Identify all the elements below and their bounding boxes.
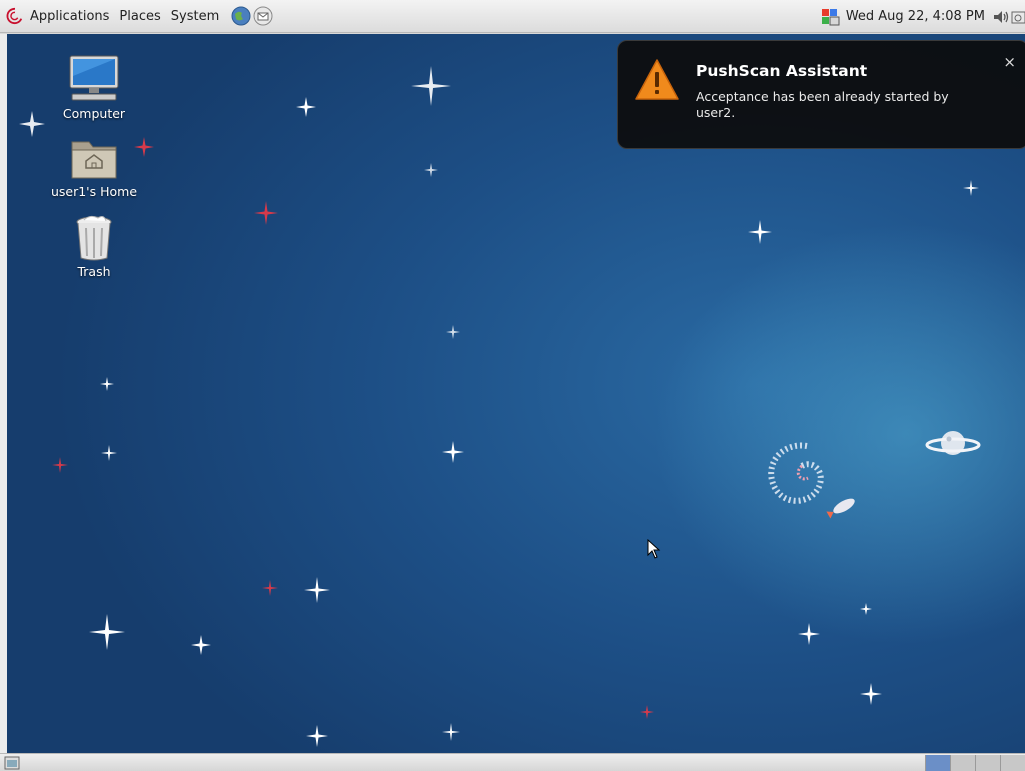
desktop-icon-trash[interactable]: Trash	[49, 214, 139, 279]
star-decoration	[424, 163, 438, 177]
warning-icon	[635, 59, 679, 100]
planet-graphic	[925, 431, 981, 455]
star-decoration	[446, 325, 460, 339]
computer-icon	[69, 55, 119, 101]
workspace-2[interactable]	[950, 755, 975, 771]
desktop-icon-label: Trash	[77, 264, 111, 279]
star-decoration	[101, 445, 117, 461]
workspace-4[interactable]	[1000, 755, 1025, 771]
desktop-icon-home[interactable]: user1's Home	[49, 134, 139, 199]
star-decoration	[89, 614, 125, 650]
star-decoration	[442, 441, 464, 463]
debian-logo-icon[interactable]	[6, 7, 24, 25]
network-status-icon[interactable]	[820, 7, 842, 27]
places-menu[interactable]: Places	[119, 9, 166, 24]
mouse-cursor-icon	[647, 539, 661, 559]
star-decoration	[296, 97, 316, 117]
notification-close-button[interactable]: ×	[1003, 53, 1016, 71]
clock[interactable]: Wed Aug 22, 4:08 PM	[846, 9, 985, 24]
star-decoration	[100, 377, 114, 391]
star-decoration	[640, 705, 654, 719]
bottom-panel	[0, 753, 1025, 771]
star-decoration	[860, 683, 882, 705]
debian-swirl-graphic	[768, 442, 855, 519]
star-decoration	[411, 66, 451, 106]
star-decoration	[52, 457, 68, 473]
volume-icon[interactable]	[991, 7, 1011, 27]
star-decoration	[262, 580, 278, 596]
notification-title: PushScan Assistant	[696, 62, 868, 80]
left-panel-edge	[0, 34, 7, 753]
star-decoration	[306, 725, 328, 747]
star-decoration	[254, 201, 278, 225]
desktop-icon-computer[interactable]: Computer	[49, 54, 139, 121]
desktop-icon-label: user1's Home	[50, 184, 138, 199]
workspace-1[interactable]	[925, 755, 950, 771]
trash-icon	[76, 215, 112, 261]
star-decoration	[798, 623, 820, 645]
show-desktop-icon[interactable]	[4, 756, 20, 770]
desktop-icon-label: Computer	[62, 106, 126, 121]
top-panel: Applications Places System Wed Aug 22, 4…	[0, 0, 1025, 33]
workspace-switcher[interactable]	[925, 755, 1025, 771]
star-decoration	[304, 577, 330, 603]
star-decoration	[19, 111, 45, 137]
star-decoration	[191, 635, 211, 655]
star-decoration	[963, 180, 979, 196]
web-browser-launcher-icon[interactable]	[231, 6, 251, 26]
system-menu[interactable]: System	[171, 9, 225, 24]
applications-menu[interactable]: Applications	[30, 9, 115, 24]
star-decoration	[442, 723, 460, 741]
screenshot-applet-icon[interactable]	[1011, 7, 1025, 27]
star-decoration	[860, 603, 872, 615]
mail-launcher-icon[interactable]	[253, 6, 273, 26]
notification-message: Acceptance has been already started by u…	[696, 89, 949, 120]
home-folder-icon	[71, 141, 117, 179]
workspace-3[interactable]	[975, 755, 1000, 771]
star-decoration	[748, 220, 772, 244]
notification-popup[interactable]: PushScan Assistant Acceptance has been a…	[617, 40, 1025, 149]
